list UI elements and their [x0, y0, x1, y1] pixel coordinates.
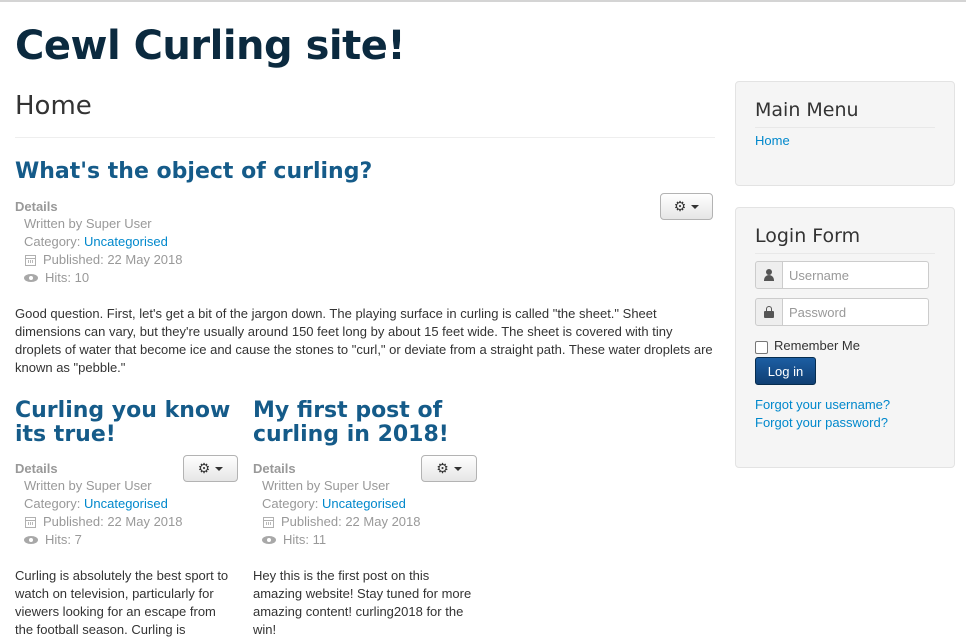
- remember-me-label[interactable]: Remember Me: [774, 338, 860, 353]
- calendar-icon: [263, 516, 274, 528]
- hits-count: Hits: 11: [283, 532, 327, 547]
- category-link[interactable]: Uncategorised: [84, 495, 168, 513]
- hits-line: Hits: 7: [24, 531, 182, 549]
- password-addon: [755, 298, 783, 326]
- article-info: Written by Super User Category: Uncatego…: [24, 215, 182, 287]
- published-line: Published: 22 May 2018: [24, 513, 182, 531]
- article-title-link[interactable]: What's the object of curling?: [15, 159, 372, 184]
- password-group: [755, 298, 929, 326]
- article-tools-button[interactable]: ⚙: [660, 193, 713, 220]
- lock-icon: [764, 306, 774, 318]
- page-header: Home: [15, 90, 715, 138]
- site-title[interactable]: Cewl Curling site!: [15, 22, 406, 70]
- author-line: Written by Super User: [24, 216, 152, 231]
- top-border: [0, 0, 966, 2]
- main-menu-title: Main Menu: [755, 97, 935, 128]
- published-line: Published: 22 May 2018: [24, 251, 182, 269]
- details-label: Details: [15, 461, 58, 476]
- caret-down-icon: [453, 466, 462, 471]
- login-form-module: Login Form Remember Me Log in Forgot you…: [735, 207, 955, 468]
- article-title[interactable]: What's the object of curling?: [15, 160, 372, 184]
- username-addon: [755, 261, 783, 289]
- published-date: Published: 22 May 2018: [43, 252, 183, 267]
- category-line: Category: Uncategorised: [24, 495, 182, 513]
- caret-down-icon: [215, 466, 224, 471]
- article-title-link[interactable]: My first post of curling in 2018!: [253, 398, 449, 447]
- remember-me-checkbox[interactable]: [755, 341, 768, 354]
- published-date: Published: 22 May 2018: [43, 514, 183, 529]
- article-body: Curling is absolutely the best sport to …: [15, 568, 229, 637]
- user-icon: [763, 269, 775, 281]
- main-menu-module: Main Menu Home: [735, 81, 955, 186]
- forgot-password-link[interactable]: Forgot your password?: [755, 414, 888, 432]
- article-info: Written by Super User Category: Uncatego…: [24, 477, 182, 549]
- published-line: Published: 22 May 2018: [262, 513, 420, 531]
- article-body: Hey this is the first post on this amazi…: [253, 568, 472, 637]
- eye-icon: [24, 274, 38, 282]
- hits-line: Hits: 11: [262, 531, 420, 549]
- gear-icon: ⚙: [197, 460, 211, 476]
- article-tools-button[interactable]: ⚙: [183, 455, 238, 482]
- author-line: Written by Super User: [24, 478, 152, 493]
- category-link[interactable]: Uncategorised: [322, 495, 406, 513]
- remember-me[interactable]: Remember Me: [755, 337, 860, 354]
- article-title-link[interactable]: Curling you know its true!: [15, 398, 230, 447]
- hits-line: Hits: 10: [24, 269, 182, 287]
- hits-count: Hits: 7: [45, 532, 82, 547]
- article-info: Written by Super User Category: Uncatego…: [262, 477, 420, 549]
- article-title[interactable]: Curling you know its true!: [15, 399, 240, 447]
- article-body: Good question. First, let's get a bit of…: [15, 306, 713, 375]
- article-tools-button[interactable]: ⚙: [421, 455, 477, 482]
- password-input[interactable]: [783, 298, 929, 326]
- caret-down-icon: [691, 204, 700, 209]
- category-link[interactable]: Uncategorised: [84, 233, 168, 251]
- published-date: Published: 22 May 2018: [281, 514, 421, 529]
- details-label: Details: [253, 461, 296, 476]
- calendar-icon: [25, 516, 36, 528]
- category-label: Category:: [262, 496, 319, 511]
- eye-icon: [24, 536, 38, 544]
- article-title[interactable]: My first post of curling in 2018!: [253, 399, 478, 447]
- username-input[interactable]: [783, 261, 929, 289]
- forgot-username-link[interactable]: Forgot your username?: [755, 396, 890, 414]
- category-line: Category: Uncategorised: [24, 233, 182, 251]
- category-label: Category:: [24, 234, 81, 249]
- hits-count: Hits: 10: [45, 270, 90, 285]
- gear-icon: ⚙: [436, 460, 449, 476]
- eye-icon: [262, 536, 276, 544]
- login-form-title: Login Form: [755, 223, 935, 254]
- username-group: [755, 261, 929, 289]
- gear-icon: ⚙: [673, 198, 687, 214]
- login-button[interactable]: Log in: [755, 357, 816, 385]
- author-line: Written by Super User: [262, 478, 390, 493]
- details-label: Details: [15, 199, 58, 214]
- category-line: Category: Uncategorised: [262, 495, 420, 513]
- category-label: Category:: [24, 496, 81, 511]
- menu-item-home[interactable]: Home: [755, 133, 790, 148]
- page-title: Home: [15, 91, 92, 121]
- calendar-icon: [25, 254, 36, 266]
